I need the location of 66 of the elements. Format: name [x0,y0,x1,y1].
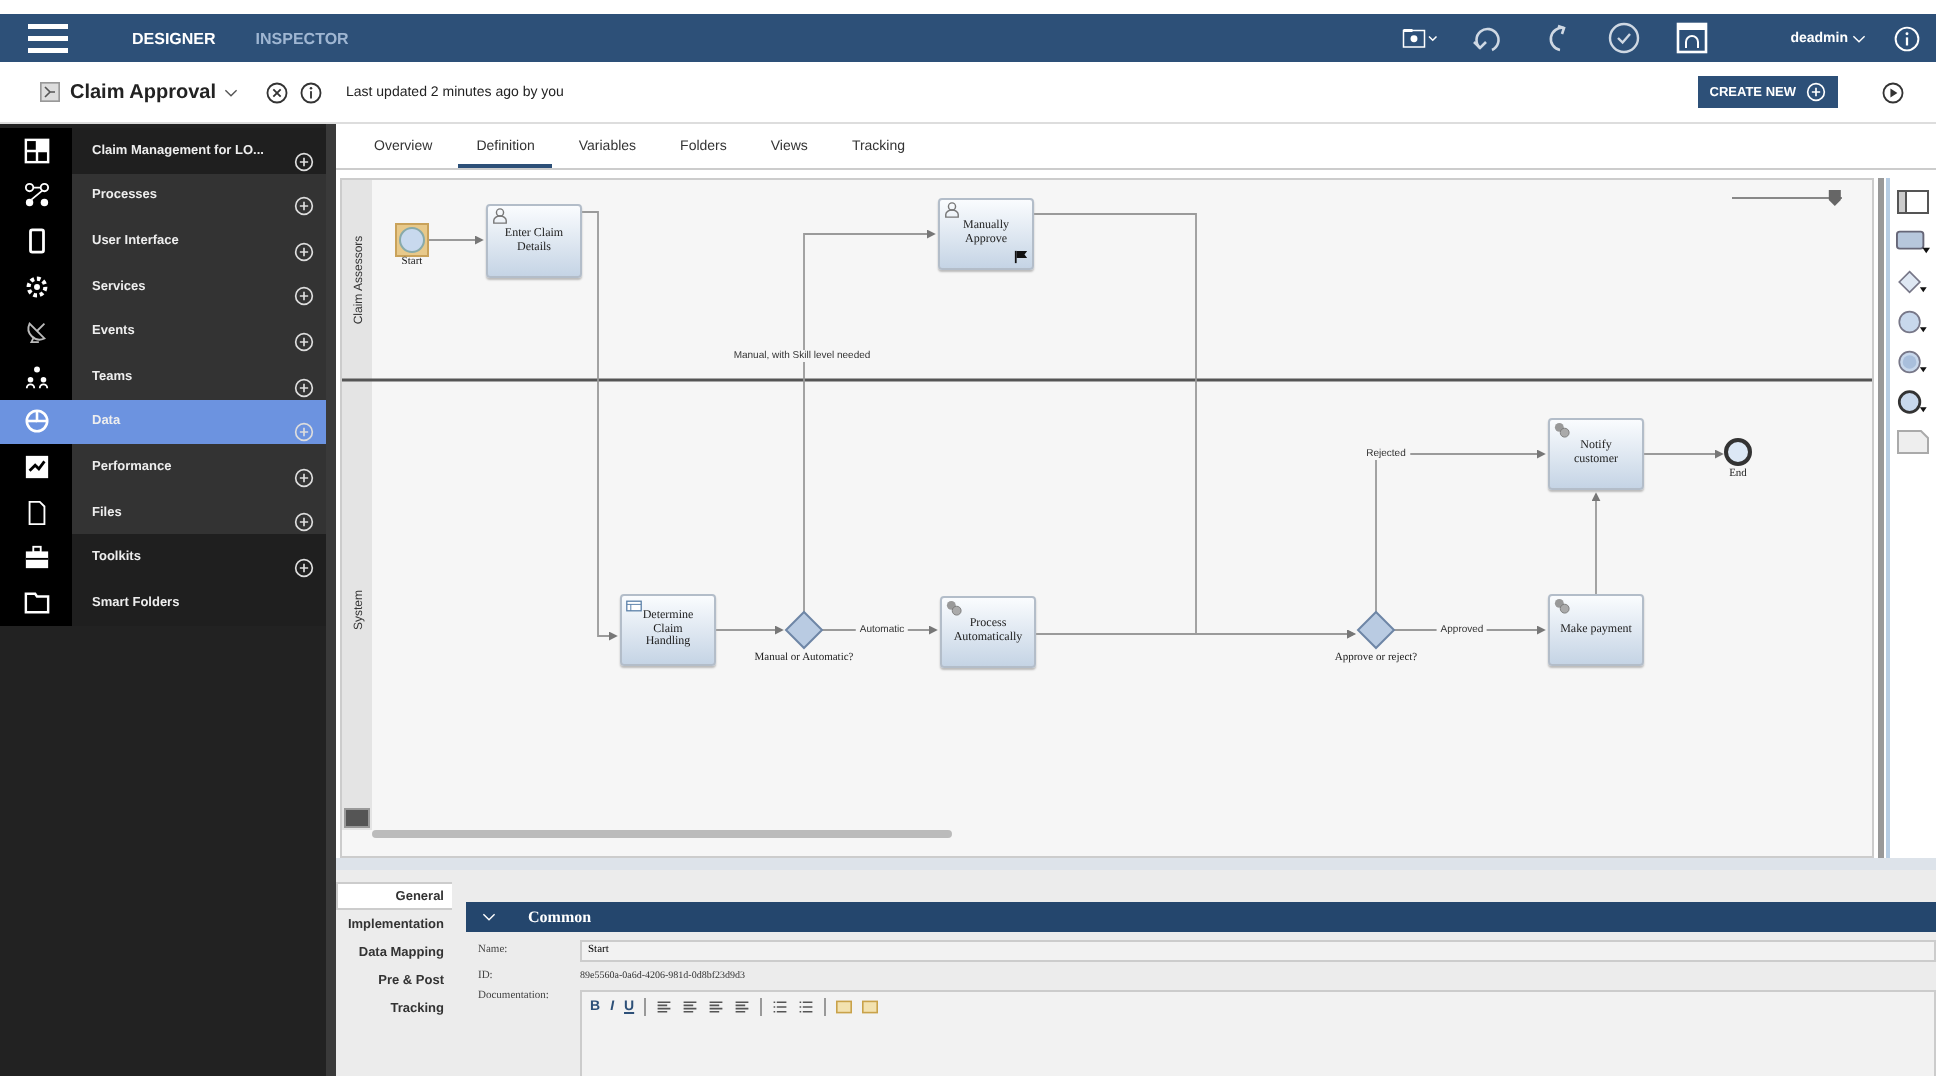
start-event[interactable] [395,223,429,257]
add-icon[interactable] [294,331,314,352]
connector-arrow[interactable] [715,625,784,635]
add-icon[interactable] [294,241,314,262]
vertical-scrollbar[interactable] [1878,178,1884,858]
align-icon[interactable] [734,1000,751,1014]
chevron-down-icon [482,912,496,922]
dish-icon [23,318,49,345]
add-icon[interactable] [294,512,314,533]
menu-icon[interactable] [28,22,68,54]
window-icon[interactable] [1674,22,1711,54]
table-icon [626,598,642,614]
align-icon[interactable] [682,1000,699,1014]
horizontal-scrollbar[interactable] [372,830,952,838]
add-icon[interactable] [294,557,314,578]
gears-icon [1554,422,1570,438]
grid-icon [23,137,49,164]
add-icon[interactable] [294,377,314,398]
mode-tab[interactable]: DESIGNER [112,14,236,62]
flow-icon [23,182,49,209]
section-title: Common [528,908,592,926]
gear-icon [23,273,49,300]
team-icon [23,363,49,390]
person-icon [492,208,508,224]
gateway-tool-icon[interactable] [1895,270,1930,294]
connector-arrow[interactable] [425,235,484,245]
connector-arrow[interactable] [1591,492,1601,595]
overview-toggle[interactable] [344,808,370,828]
check-icon [23,453,49,480]
gears-icon [946,600,962,616]
align-icon[interactable] [708,1000,725,1014]
close-icon[interactable] [265,81,288,103]
check-circle-icon[interactable] [1606,22,1643,54]
lane-tool-icon[interactable] [1895,190,1930,214]
process-title[interactable]: Claim Approval [70,81,216,103]
event-tool-icon[interactable] [1895,390,1930,414]
process-icon [40,82,60,102]
section-header[interactable]: Common [466,902,1936,932]
list-icon[interactable] [798,1000,815,1014]
case-icon [23,544,49,571]
zoom-slider[interactable] [1731,190,1843,206]
add-icon[interactable] [294,467,314,488]
folder-icon [23,589,49,616]
add-icon[interactable] [294,196,314,217]
flag-icon [1014,250,1028,264]
phone-icon [23,227,49,254]
play-icon[interactable] [1882,81,1904,103]
end-event[interactable] [1724,438,1752,466]
chevron-down-icon[interactable] [223,87,238,97]
align-icon[interactable] [656,1000,673,1014]
add-icon[interactable] [294,286,314,307]
gears-icon [1554,598,1570,614]
pie-icon [23,408,49,435]
add-icon[interactable] [294,151,314,172]
chevron-down-icon [1852,33,1866,43]
mode-tab[interactable]: INSPECTOR [235,14,369,62]
gateway-diamond[interactable] [1356,610,1396,650]
gateway-diamond[interactable] [784,610,824,650]
info-icon[interactable] [299,81,322,103]
slider-thumb[interactable] [1828,190,1841,206]
file-icon [23,499,49,526]
list-icon[interactable] [772,1000,789,1014]
add-icon [1806,82,1826,102]
person-icon [944,202,960,218]
task-tool-icon[interactable] [1895,230,1930,254]
connector-arrow[interactable] [1643,449,1724,459]
